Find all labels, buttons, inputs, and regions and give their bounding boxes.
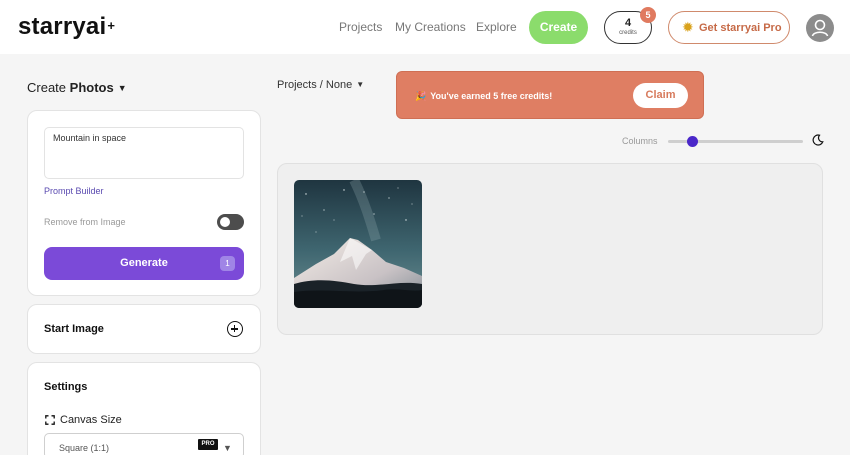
prompt-builder-link[interactable]: Prompt Builder [44,186,104,196]
nav-explore[interactable]: Explore [476,20,517,34]
chevron-down-icon: ▼ [223,443,232,453]
toggle-knob [220,217,230,227]
start-image-label: Start Image [44,323,104,335]
logo-plus-icon: + [107,18,116,34]
chevron-down-icon: ▼ [356,80,365,89]
start-image-card[interactable]: Start Image [27,304,261,354]
columns-slider-handle[interactable] [686,136,698,147]
generate-button[interactable]: Generate 1 [44,247,244,280]
canvas-size-value: Square (1:1) [59,443,110,453]
nav-my-creations[interactable]: My Creations [395,20,466,34]
remove-from-image-toggle[interactable] [217,214,244,230]
settings-title: Settings [44,381,88,393]
remove-from-image-label: Remove from Image [44,217,126,227]
columns-label: Columns [622,136,658,146]
credits-badge: 5 [640,7,656,23]
get-pro-button[interactable]: ✹ Get starryai Pro [668,11,790,44]
user-avatar[interactable] [806,14,834,42]
settings-card: Settings Canvas Size Square (1:1) PRO ▼ [27,362,261,455]
claim-button[interactable]: Claim [633,83,688,108]
user-icon [811,19,829,37]
canvas-size-label: Canvas Size [60,414,122,426]
credits-label: credits [619,30,637,36]
prompt-input[interactable]: Mountain in space [44,127,244,179]
canvas-size-select[interactable]: Square (1:1) PRO ▼ [44,433,244,455]
prompt-card: Mountain in space Prompt Builder Remove … [27,110,261,296]
moon-icon[interactable] [812,134,824,146]
logo[interactable]: starryai+ [18,13,116,41]
free-credits-banner: 🎉 You've earned 5 free credits! Claim [396,71,704,119]
generated-image-thumbnail[interactable] [294,180,422,308]
nav-projects[interactable]: Projects [339,20,382,34]
generate-cost-badge: 1 [220,256,235,271]
create-type-dropdown[interactable]: Create Photos ▼ [27,80,127,95]
top-header: starryai+ Projects My Creations Explore … [0,0,850,54]
party-popper-icon: 🎉 [415,91,427,101]
sun-icon: ✹ [682,19,694,35]
free-credits-text: 🎉 You've earned 5 free credits! [415,91,553,101]
chevron-down-icon: ▼ [117,83,127,93]
canvas-size-icon [45,415,55,425]
project-breadcrumb[interactable]: Projects / None ▼ [277,79,364,91]
get-pro-label: Get starryai Pro [699,22,782,34]
mountain-image [294,180,422,308]
image-gallery [277,163,823,335]
create-button[interactable]: Create [529,11,588,44]
add-circle-icon[interactable] [227,321,243,337]
pro-tag: PRO [198,439,218,450]
